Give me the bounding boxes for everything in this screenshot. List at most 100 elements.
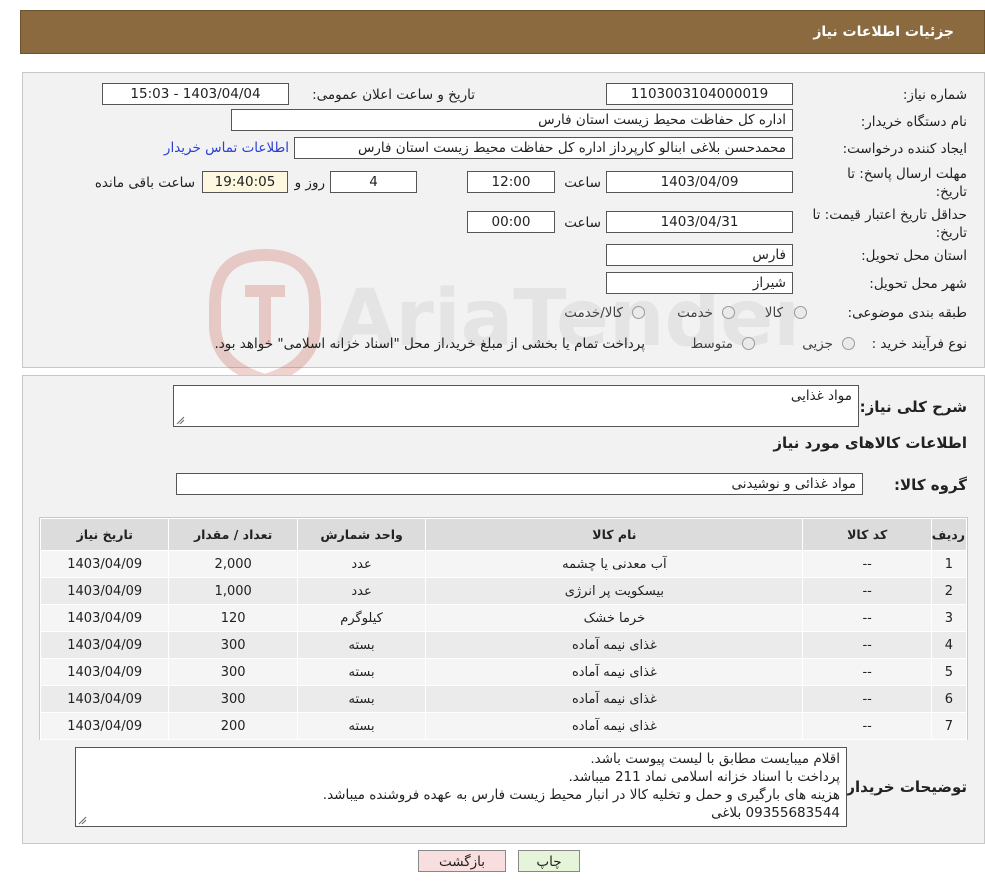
category-option-goods: کالا [764, 305, 783, 321]
creator-label: ایجاد کننده درخواست: [842, 141, 967, 157]
notes-line: اقلام میبایست مطابق با لیست پیوست باشد. [590, 751, 840, 767]
buyer-field[interactable]: اداره کل حفاظت محیط زیست استان فارس [231, 109, 793, 131]
need-number-field[interactable]: 1103003104000019 [606, 83, 793, 105]
table-row[interactable]: 3 -- خرما خشک کیلوگرم 120 1403/04/09 [39, 604, 968, 632]
days-remaining-field[interactable]: 4 [330, 171, 417, 193]
remaining-label: ساعت باقی مانده [94, 175, 195, 191]
process-note: پرداخت تمام یا بخشی از مبلغ خرید،از محل … [214, 336, 645, 352]
resize-grip-icon[interactable] [78, 816, 87, 825]
cell-need-date: 1403/04/09 [39, 658, 170, 686]
deadline-label: مهلت ارسال پاسخ: تا [847, 166, 967, 182]
need-number-label: شماره نیاز: [902, 87, 967, 103]
process-option-medium: متوسط [690, 336, 733, 352]
notes-line: هزینه های بارگیری و حمل و تخلیه کالا در … [322, 787, 840, 803]
cell-unit: بسته [296, 658, 427, 686]
cell-quantity: 300 [168, 631, 298, 659]
cell-row-number: 7 [930, 712, 968, 740]
validity-time-field[interactable]: 00:00 [467, 211, 555, 233]
summary-field[interactable]: مواد غذایی [173, 385, 859, 427]
notes-field[interactable]: اقلام میبایست مطابق با لیست پیوست باشد. … [75, 747, 847, 827]
col-header-item-code: کد کالا [802, 518, 932, 551]
page-title: جزئیات اطلاعات نیاز [813, 24, 954, 40]
process-label: نوع فرآیند خرید : [871, 336, 967, 352]
cell-need-date: 1403/04/09 [39, 685, 170, 713]
cell-item-code: -- [802, 550, 932, 578]
cell-unit: عدد [296, 550, 427, 578]
cell-row-number: 1 [930, 550, 968, 578]
deadline-label-2: تاریخ: [935, 184, 967, 200]
cell-row-number: 3 [930, 604, 968, 632]
process-radio-medium[interactable] [742, 337, 755, 350]
validity-label: حداقل تاریخ اعتبار قیمت: تا [812, 207, 967, 223]
table-row[interactable]: 1 -- آب معدنی یا چشمه عدد 2,000 1403/04/09 [39, 550, 968, 578]
table-row[interactable]: 5 -- غذای نیمه آماده بسته 300 1403/04/09 [39, 658, 968, 686]
validity-time-label: ساعت [564, 215, 601, 231]
announce-label: تاریخ و ساعت اعلان عمومی: [312, 87, 475, 103]
cell-unit: عدد [296, 577, 427, 605]
notes-line: پرداخت با اسناد خزانه اسلامی نماد 211 می… [568, 769, 840, 785]
cell-unit: کیلوگرم [296, 604, 427, 632]
cell-quantity: 300 [168, 685, 298, 713]
cell-item-name: آب معدنی یا چشمه [425, 550, 804, 578]
buyer-label: نام دستگاه خریدار: [860, 114, 967, 130]
remaining-time-field[interactable]: 19:40:05 [202, 171, 288, 193]
cell-item-code: -- [802, 712, 932, 740]
cell-item-name: غذای نیمه آماده [425, 712, 804, 740]
cell-item-code: -- [802, 658, 932, 686]
resize-grip-icon[interactable] [176, 416, 185, 425]
deadline-date-field[interactable]: 1403/04/09 [606, 171, 793, 193]
items-heading: اطلاعات کالاهای مورد نیاز [773, 434, 967, 452]
group-field[interactable]: مواد غذائی و نوشیدنی [176, 473, 863, 495]
validity-date-field[interactable]: 1403/04/31 [606, 211, 793, 233]
deadline-time-field[interactable]: 12:00 [467, 171, 555, 193]
page-header: جزئیات اطلاعات نیاز [20, 10, 985, 54]
cell-row-number: 4 [930, 631, 968, 659]
creator-field[interactable]: محمدحسن بلاغی ابنالو کارپرداز اداره کل ح… [294, 137, 793, 159]
cell-row-number: 2 [930, 577, 968, 605]
category-radio-service[interactable] [722, 306, 735, 319]
table-row[interactable]: 4 -- غذای نیمه آماده بسته 300 1403/04/09 [39, 631, 968, 659]
summary-value: مواد غذایی [790, 388, 852, 404]
back-button[interactable]: بازگشت [418, 850, 506, 872]
col-header-unit: واحد شمارش [296, 518, 427, 551]
cell-quantity: 2,000 [168, 550, 298, 578]
cell-item-code: -- [802, 577, 932, 605]
table-header-row: ردیف کد کالا نام کالا واحد شمارش تعداد /… [39, 518, 968, 551]
cell-item-code: -- [802, 631, 932, 659]
cell-need-date: 1403/04/09 [39, 631, 170, 659]
col-header-row-number: ردیف [930, 518, 968, 551]
city-field[interactable]: شیراز [606, 272, 793, 294]
table-row[interactable]: 2 -- بیسکویت پر انرژی عدد 1,000 1403/04/09 [39, 577, 968, 605]
cell-item-name: خرما خشک [425, 604, 804, 632]
buyer-contact-link[interactable]: اطلاعات تماس خریدار [164, 140, 289, 156]
process-radio-minor[interactable] [842, 337, 855, 350]
category-option-service: خدمت [677, 305, 713, 321]
deadline-time-label: ساعت [564, 175, 601, 191]
items-table: ردیف کد کالا نام کالا واحد شمارش تعداد /… [39, 517, 968, 740]
cell-need-date: 1403/04/09 [39, 712, 170, 740]
cell-item-name: غذای نیمه آماده [425, 658, 804, 686]
category-radio-goods[interactable] [794, 306, 807, 319]
cell-need-date: 1403/04/09 [39, 550, 170, 578]
cell-unit: بسته [296, 685, 427, 713]
col-header-need-date: تاریخ نیاز [39, 518, 170, 551]
print-button[interactable]: چاپ [518, 850, 580, 872]
notes-line: 09355683544 بلاغی [711, 805, 840, 821]
cell-row-number: 6 [930, 685, 968, 713]
announce-datetime-field[interactable]: 1403/04/04 - 15:03 [102, 83, 289, 105]
province-field[interactable]: فارس [606, 244, 793, 266]
category-label: طبقه بندی موضوعی: [847, 305, 967, 321]
cell-item-code: -- [802, 685, 932, 713]
cell-row-number: 5 [930, 658, 968, 686]
cell-need-date: 1403/04/09 [39, 604, 170, 632]
cell-need-date: 1403/04/09 [39, 577, 170, 605]
cell-item-name: بیسکویت پر انرژی [425, 577, 804, 605]
days-label: روز و [294, 175, 325, 191]
cell-item-name: غذای نیمه آماده [425, 685, 804, 713]
cell-unit: بسته [296, 712, 427, 740]
cell-quantity: 200 [168, 712, 298, 740]
cell-unit: بسته [296, 631, 427, 659]
table-row[interactable]: 6 -- غذای نیمه آماده بسته 300 1403/04/09 [39, 685, 968, 713]
table-row[interactable]: 7 -- غذای نیمه آماده بسته 200 1403/04/09 [39, 712, 968, 740]
category-radio-goods-service[interactable] [632, 306, 645, 319]
